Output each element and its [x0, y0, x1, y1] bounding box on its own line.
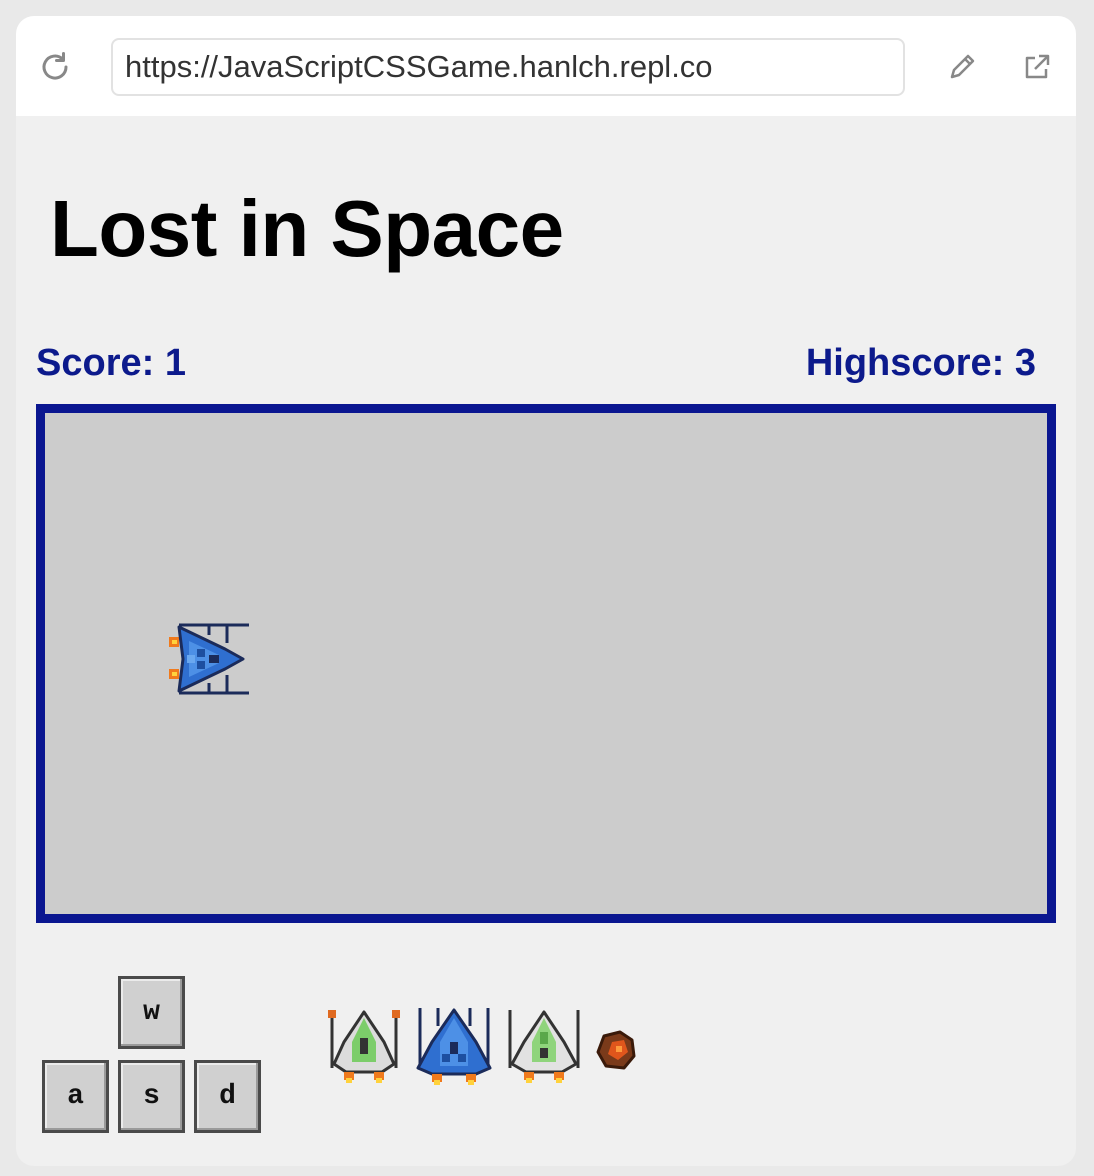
browser-window: https://JavaScriptCSSGame.hanlch.repl.co…: [16, 16, 1076, 1166]
green-spaceship-icon[interactable]: [328, 1006, 400, 1086]
key-d[interactable]: d: [194, 1060, 261, 1133]
score-label: Score: 1: [36, 342, 186, 384]
reload-icon[interactable]: [36, 48, 74, 86]
key-s[interactable]: s: [118, 1060, 185, 1133]
blue-spaceship-icon[interactable]: [414, 1006, 494, 1088]
asteroid-icon[interactable]: [594, 1028, 638, 1072]
url-bar[interactable]: https://JavaScriptCSSGame.hanlch.repl.co: [111, 38, 905, 96]
open-in-new-window-icon[interactable]: [1018, 48, 1056, 86]
blue-spaceship-icon: [169, 623, 249, 695]
page-title: Lost in Space: [50, 184, 564, 273]
key-a[interactable]: a: [42, 1060, 109, 1133]
browser-toolbar: https://JavaScriptCSSGame.hanlch.repl.co: [16, 16, 1076, 116]
key-w[interactable]: w: [118, 976, 185, 1049]
pencil-icon[interactable]: [943, 48, 981, 86]
game-area[interactable]: [36, 404, 1056, 923]
highscore-label: Highscore: 3: [805, 342, 1036, 384]
green-spaceship-icon[interactable]: [506, 1006, 582, 1086]
